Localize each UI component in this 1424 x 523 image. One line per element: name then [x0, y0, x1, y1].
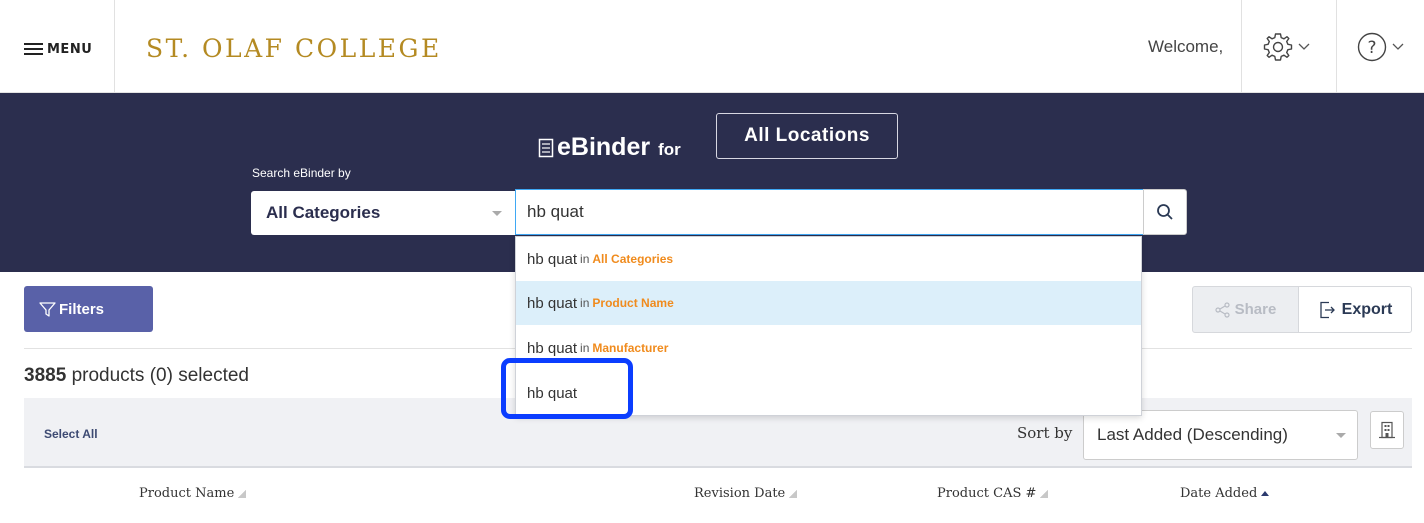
sort-select[interactable]: Last Added (Descending) [1083, 410, 1358, 460]
help-button[interactable]: ? [1356, 30, 1404, 64]
question-circle-icon: ? [1357, 32, 1387, 62]
export-label: Export [1341, 300, 1393, 318]
suggestion-category: Product Name [592, 296, 674, 310]
column-settings-button[interactable] [1370, 411, 1404, 449]
suggestion-in: in [580, 296, 590, 310]
share-icon [1215, 301, 1230, 318]
sort-icon [1040, 489, 1049, 498]
share-label: Share [1234, 301, 1277, 318]
search-by-label: Search eBinder by [252, 166, 351, 180]
suggestion-query: hb quat [527, 339, 578, 357]
column-header-product-name[interactable]: Product Name [139, 486, 247, 501]
column-header-date-added[interactable]: Date Added [1180, 486, 1270, 501]
divider [114, 0, 115, 93]
suggestion-in: in [580, 252, 590, 266]
product-count-number: 3885 [24, 365, 67, 386]
welcome-text: Welcome, [1148, 37, 1224, 56]
settings-button[interactable] [1262, 30, 1310, 64]
ebinder-brand: eBinder for [538, 133, 681, 162]
sort-select-value: Last Added (Descending) [1097, 425, 1288, 444]
sort-by-label: Sort by [1017, 424, 1073, 442]
column-label: Product CAS # [937, 486, 1037, 501]
brand-for: for [658, 139, 681, 159]
search-icon [1157, 204, 1173, 220]
binder-icon [538, 138, 554, 157]
column-header-product-cas[interactable]: Product CAS # [937, 486, 1049, 501]
column-label: Revision Date [694, 486, 786, 501]
filter-icon [39, 301, 56, 317]
sort-ascending-icon [1261, 491, 1270, 496]
sort-icon [789, 489, 798, 498]
suggestion-query: hb quat [527, 294, 578, 312]
menu-label: MENU [47, 41, 93, 57]
suggestion-item[interactable]: hb quat in Manufacturer [516, 326, 1141, 370]
hamburger-icon [24, 43, 43, 55]
category-select[interactable]: All Categories [251, 191, 515, 235]
search-suggestions: hb quat in All Categories hb quat in Pro… [515, 236, 1142, 416]
college-logo[interactable]: ST. OLAF COLLEGE [146, 34, 442, 63]
caret-down-icon [1336, 433, 1346, 438]
svg-text:?: ? [1367, 38, 1376, 58]
search-button[interactable] [1143, 189, 1187, 235]
suggestion-query: hb quat [527, 250, 578, 268]
export-button[interactable]: Export [1298, 286, 1412, 333]
sort-icon [238, 489, 247, 498]
filters-label: Filters [59, 300, 105, 318]
chevron-down-icon [1298, 43, 1310, 50]
export-icon [1320, 301, 1335, 318]
gear-icon [1263, 33, 1293, 61]
select-all-link[interactable]: Select All [44, 427, 98, 441]
suggestion-item[interactable]: hb quat in All Categories [516, 237, 1141, 281]
caret-down-icon [492, 211, 502, 216]
filters-button[interactable]: Filters [24, 286, 153, 332]
column-label: Date Added [1180, 486, 1258, 501]
top-bar: MENU ST. OLAF COLLEGE Welcome, ? [0, 0, 1424, 93]
suggestion-in: in [580, 341, 590, 355]
column-label: Product Name [139, 486, 235, 501]
suggestion-category: All Categories [592, 252, 674, 266]
building-icon [1379, 421, 1395, 439]
menu-button[interactable]: MENU [24, 38, 92, 60]
divider [1336, 0, 1337, 93]
divider [1241, 0, 1242, 93]
product-count: 3885 products (0) selected [24, 365, 249, 387]
chevron-down-icon [1392, 43, 1404, 50]
suggestion-item[interactable]: hb quat in Product Name [516, 281, 1141, 325]
divider [24, 466, 1412, 468]
brand-name: eBinder [557, 133, 651, 161]
suggestion-item-plain[interactable]: hb quat [516, 371, 1141, 415]
location-button[interactable]: All Locations [716, 113, 898, 159]
suggestion-category: Manufacturer [592, 341, 669, 355]
share-button[interactable]: Share [1192, 286, 1299, 333]
category-select-value: All Categories [266, 203, 381, 222]
product-count-text: products (0) selected [71, 365, 249, 386]
search-input[interactable] [515, 189, 1144, 235]
column-header-revision-date[interactable]: Revision Date [694, 486, 798, 501]
suggestion-query: hb quat [527, 384, 578, 402]
